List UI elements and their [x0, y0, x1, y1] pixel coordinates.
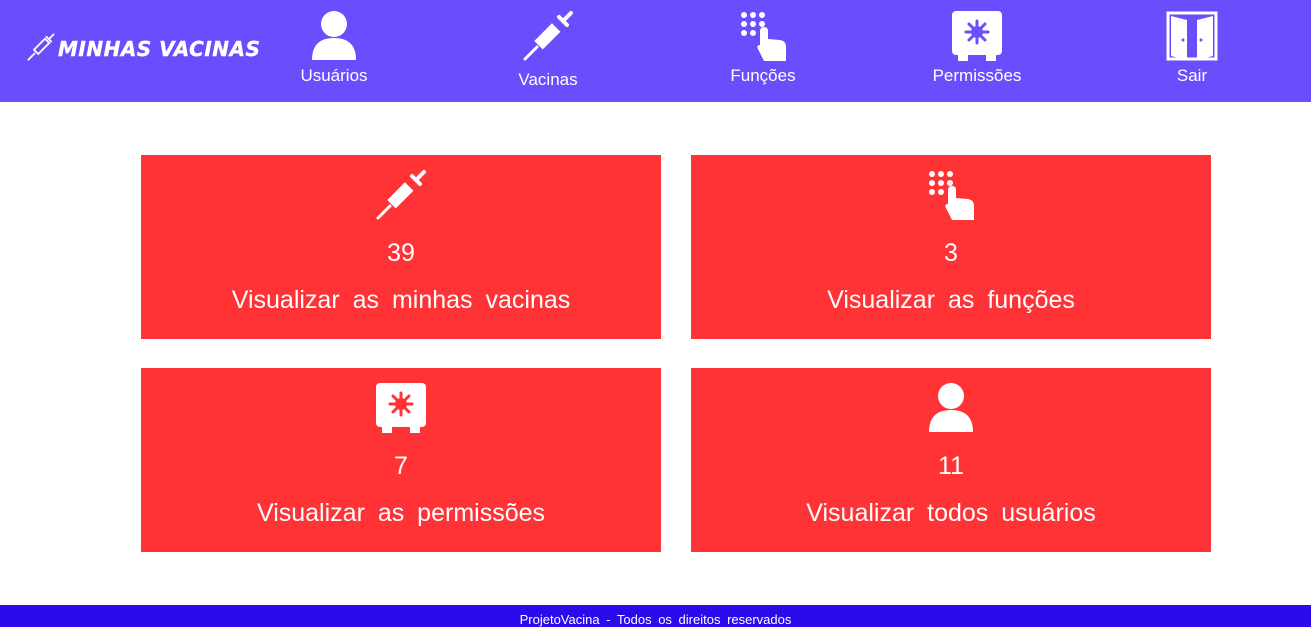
- nav-vacinas-label: Vacinas: [518, 70, 578, 89]
- nav-funcoes[interactable]: Funções: [698, 8, 828, 94]
- top-navbar: Minhas Vacinas Usuários Vacinas: [0, 0, 1311, 102]
- nav-usuarios[interactable]: Usuários: [269, 8, 399, 94]
- card-funcoes-label: Visualizar as funções: [827, 286, 1075, 314]
- nav-permissoes[interactable]: Permissões: [912, 8, 1042, 94]
- brand-logo[interactable]: Minhas Vacinas: [26, 32, 260, 66]
- card-usuarios[interactable]: 11 Visualizar todos usuários: [691, 368, 1211, 552]
- card-vacinas-label: Visualizar as minhas vacinas: [231, 286, 571, 314]
- brand-title: Minhas Vacinas: [58, 37, 261, 61]
- card-funcoes[interactable]: 3 Visualizar as funções: [691, 155, 1211, 339]
- nav-sair[interactable]: Sair: [1127, 8, 1257, 94]
- card-funcoes-count: 3: [944, 239, 958, 267]
- user-icon: [923, 380, 979, 436]
- nav-vacinas[interactable]: Vacinas: [483, 8, 613, 94]
- syringe-icon: [26, 32, 56, 67]
- syringe-icon: [373, 167, 429, 223]
- footer-text: ProjetoVacina - Todos os direitos reserv…: [519, 612, 792, 627]
- user-icon: [306, 8, 362, 64]
- card-usuarios-label: Visualizar todos usuários: [806, 499, 1096, 527]
- card-permissoes[interactable]: 7 Visualizar as permissões: [141, 368, 661, 552]
- nav-funcoes-label: Funções: [730, 66, 796, 85]
- nav-sair-label: Sair: [1176, 66, 1208, 85]
- footer: ProjetoVacina - Todos os direitos reserv…: [0, 605, 1311, 627]
- syringe-icon: [520, 8, 576, 64]
- card-vacinas-count: 39: [387, 239, 415, 267]
- nav-usuarios-label: Usuários: [300, 66, 368, 85]
- door-icon: [1164, 8, 1220, 64]
- touch-keypad-icon: [923, 167, 979, 223]
- touch-keypad-icon: [735, 8, 791, 64]
- card-permissoes-label: Visualizar as permissões: [256, 499, 546, 527]
- card-usuarios-count: 11: [938, 452, 964, 480]
- safe-icon: [373, 380, 429, 436]
- nav-permissoes-label: Permissões: [932, 66, 1022, 85]
- safe-icon: [949, 8, 1005, 64]
- card-vacinas[interactable]: 39 Visualizar as minhas vacinas: [141, 155, 661, 339]
- card-permissoes-count: 7: [394, 452, 408, 480]
